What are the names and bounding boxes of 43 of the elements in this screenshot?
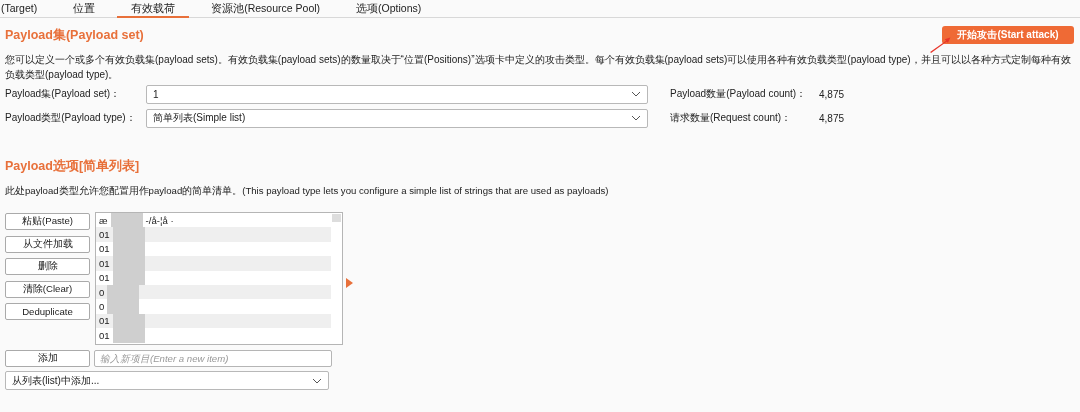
chevron-down-icon bbox=[631, 115, 641, 121]
chevron-down-icon bbox=[631, 91, 641, 97]
dropdown[interactable]: 从列表(list)中添加... bbox=[5, 371, 329, 390]
description-text: 此处payload类型允许您配置用作payload的简单清单。(This payload type lets you configure a simple list of strings that are used as payloads) bbox=[5, 185, 610, 198]
section-heading: Payload选项[简单列表] bbox=[5, 159, 140, 173]
tab[interactable]: 选项(Options) bbox=[356, 0, 422, 16]
list-item: 01 bbox=[99, 257, 110, 269]
tab[interactable]: 有效载荷 bbox=[117, 0, 190, 18]
info-value: 4,875 bbox=[819, 112, 845, 124]
list-action-button[interactable]: Deduplicate bbox=[5, 303, 90, 320]
list-item: 01 bbox=[99, 229, 110, 241]
tab[interactable]: 位置 bbox=[73, 0, 96, 16]
section-heading: Payload集(Payload set) bbox=[5, 26, 144, 44]
list-item: -/å-¦å · bbox=[145, 214, 174, 226]
tab[interactable]: 资源池(Resource Pool) bbox=[211, 0, 321, 16]
list-item: æ bbox=[99, 214, 108, 226]
list-action-button[interactable]: 清除(Clear) bbox=[5, 280, 90, 298]
field-label: Payload集(Payload set)： bbox=[5, 87, 122, 101]
dropdown[interactable]: 1 bbox=[146, 84, 648, 104]
list-item: 0 bbox=[99, 286, 105, 298]
list-item: 01 bbox=[99, 329, 110, 341]
info-label: 请求数量(Request count)： bbox=[670, 111, 793, 125]
dropdown[interactable]: 简单列表(Simple list) bbox=[146, 108, 648, 128]
chevron-down-icon bbox=[312, 377, 322, 384]
expand-arrow-icon[interactable] bbox=[346, 278, 353, 288]
list-action-button[interactable]: 删除 bbox=[5, 258, 90, 275]
redaction-blur bbox=[110, 213, 143, 228]
redaction-blur bbox=[112, 328, 145, 343]
description-text: 您可以定义一个或多个有效负载集(payload sets)。有效负载集(payload sets)的数量取决于“位置(Positions)”选项卡中定义的攻击类型。每个有效负载集(payload sets)可以使用各种有效负载类型(payload type)，并且可以以各种方式定制每种有效负载类型(payload type)。 bbox=[5, 53, 1072, 82]
payload-list[interactable]: æ -/å-¦å · 01 01 01 01 0 0 01 01 bbox=[95, 212, 343, 345]
list-item: 01 bbox=[99, 315, 110, 327]
list-item: 01 bbox=[99, 272, 110, 284]
list-item: 0 bbox=[99, 301, 105, 313]
field-label: Payload类型(Payload type)： bbox=[5, 111, 137, 125]
tab[interactable]: (Target) bbox=[1, 0, 38, 16]
add-button[interactable]: 添加 bbox=[5, 350, 90, 367]
scrollbar[interactable] bbox=[332, 214, 341, 222]
info-value: 4,875 bbox=[819, 88, 845, 100]
list-action-button[interactable]: 粘贴(Paste) bbox=[5, 213, 90, 230]
input-field[interactable]: 输入新项目(Enter a new item) bbox=[94, 350, 332, 367]
list-action-button[interactable]: 从文件加载 bbox=[5, 235, 90, 253]
info-label: Payload数量(Payload count)： bbox=[670, 87, 808, 101]
list-item: 01 bbox=[99, 243, 110, 255]
